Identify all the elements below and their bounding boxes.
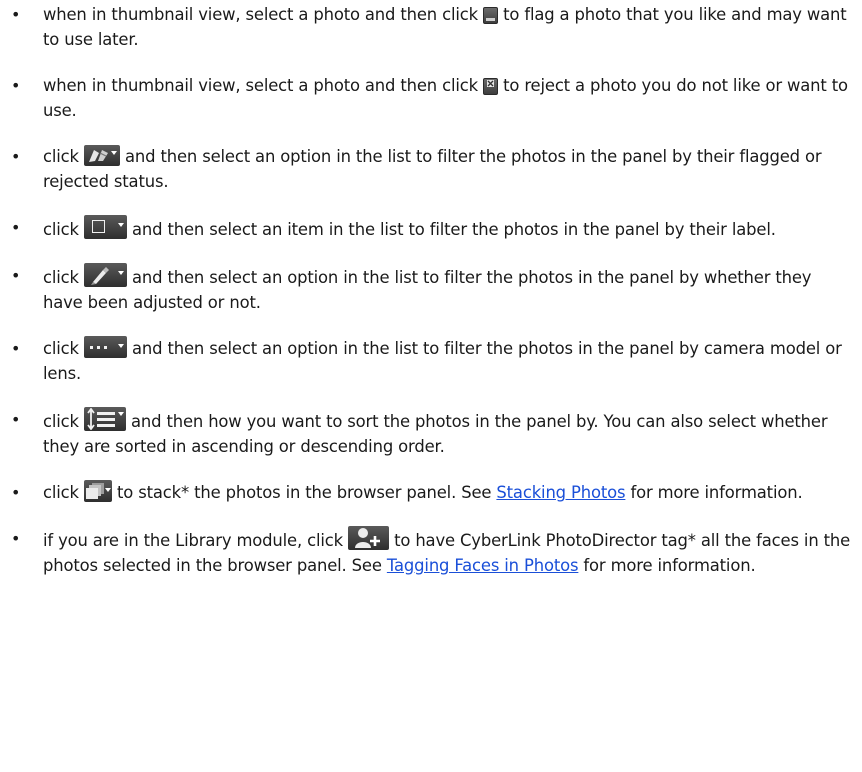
stacking-photos-link[interactable]: Stacking Photos [496,483,625,502]
bullet: • [11,147,21,166]
bullet: • [11,529,21,548]
bullet: • [11,483,21,502]
list-item: • when in thumbnail view, select a photo… [0,2,862,52]
list-item: • click and then select an option in the… [0,144,862,194]
list-item: • click and then how you want to sort th… [0,407,862,459]
sort-dropdown-icon[interactable] [83,407,126,431]
bullet: • [11,266,21,285]
adjusted-filter-dropdown-icon[interactable] [83,263,127,287]
stack-dropdown-icon[interactable] [83,480,112,502]
bullet: • [11,76,21,95]
camera-filter-dropdown-icon[interactable] [83,336,127,358]
bullet: • [11,218,21,237]
bullet: • [11,410,21,429]
list-item: • click and then select an option in the… [0,263,862,315]
reject-photo-icon[interactable] [483,78,499,95]
flag-filter-dropdown-icon[interactable] [83,145,120,166]
flag-photo-icon[interactable] [483,7,499,24]
list-item: • click and then select an item in the l… [0,215,862,242]
list-item: • click and then select an option in the… [0,336,862,386]
bullet: • [11,5,21,24]
list-item: • click to stack* the photos in the brow… [0,480,862,505]
list-item: • if you are in the Library module, clic… [0,526,862,578]
document-body: • when in thumbnail view, select a photo… [0,0,862,578]
tagging-faces-link[interactable]: Tagging Faces in Photos [387,556,579,575]
list-item: • when in thumbnail view, select a photo… [0,73,862,123]
tag-faces-icon[interactable] [348,526,390,550]
bullet: • [11,339,21,358]
label-filter-dropdown-icon[interactable] [83,215,127,239]
